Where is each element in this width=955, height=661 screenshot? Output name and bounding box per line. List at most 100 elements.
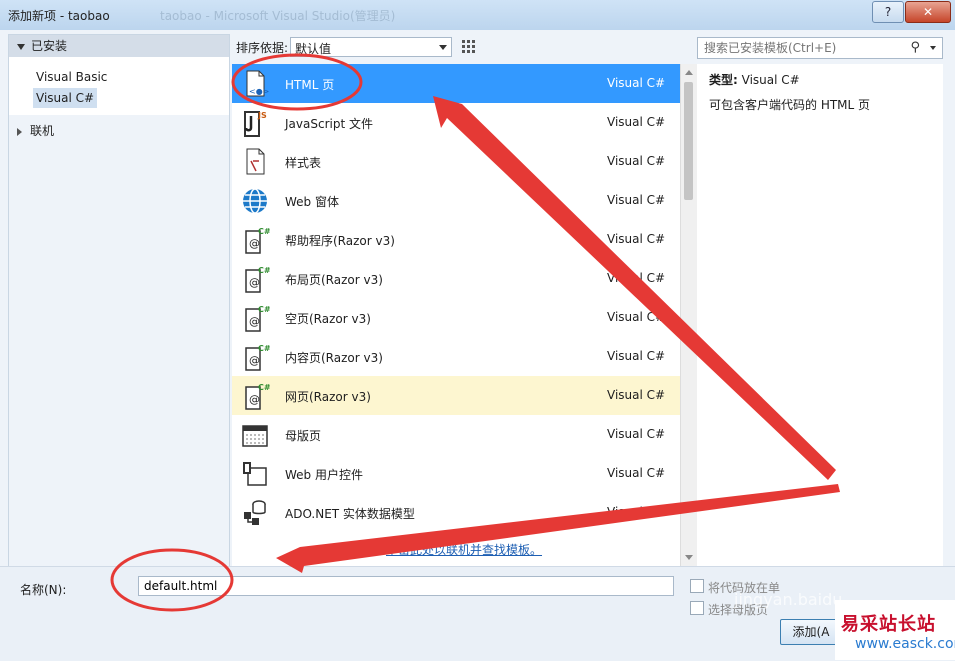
jingyan-watermark: jingyan.baidu: [734, 590, 843, 609]
entity-data-model-icon: [244, 500, 266, 525]
online-label: 联机: [30, 124, 55, 138]
svg-text:C#: C#: [258, 227, 270, 236]
template-language: Visual C#: [607, 466, 666, 480]
user-control-icon: [243, 462, 267, 486]
online-node[interactable]: 联机: [17, 121, 54, 141]
search-input[interactable]: [702, 40, 906, 56]
template-row-razor-content[interactable]: @ C# 内容页(Razor v3) Visual C#: [232, 337, 680, 376]
search-box[interactable]: ⚲: [697, 37, 943, 59]
watermark-cn: 易采站长站: [841, 614, 936, 635]
collapsed-triangle-icon: [17, 127, 22, 136]
chevron-down-icon: [439, 45, 447, 50]
background-window-title: taobao - Microsoft Visual Studio(管理员): [160, 9, 396, 23]
html-page-icon: <●>: [246, 70, 269, 97]
template-row-javascript[interactable]: JS JavaScript 文件 Visual C#: [232, 103, 680, 142]
svg-text:C#: C#: [258, 305, 270, 314]
search-icon[interactable]: ⚲: [910, 40, 920, 55]
tree-item-visual-basic[interactable]: Visual Basic: [33, 67, 110, 87]
template-list-scrollbar[interactable]: [680, 64, 697, 568]
site-watermark: 易采站长站 www.easck.com: [835, 600, 955, 660]
razor-file-icon: @C#: [245, 344, 270, 371]
template-name: 网页(Razor v3): [285, 390, 371, 404]
template-language: Visual C#: [607, 154, 666, 168]
sort-dropdown[interactable]: 默认值: [290, 37, 452, 57]
template-row-stylesheet[interactable]: 样式表 Visual C#: [232, 142, 680, 181]
svg-text:C#: C#: [258, 383, 270, 392]
svg-text:@: @: [249, 315, 260, 328]
master-page-checkbox[interactable]: [690, 601, 704, 615]
template-language: Visual C#: [607, 427, 666, 441]
tree-item-visual-csharp[interactable]: Visual C#: [33, 88, 98, 108]
scroll-up-arrow-icon[interactable]: [685, 70, 693, 75]
template-row-razor-web-page[interactable]: @ C# 网页(Razor v3) Visual C#: [232, 376, 680, 415]
small-icons-view-button[interactable]: [458, 36, 478, 56]
razor-file-icon: @C#: [245, 383, 270, 410]
name-field[interactable]: [138, 576, 674, 596]
svg-text:@: @: [249, 276, 260, 289]
template-info-panel: 类型: Visual C# 可包含客户端代码的 HTML 页: [697, 64, 943, 568]
title-bar: 添加新项 - taobao taobao - Microsoft Visual …: [0, 0, 955, 31]
template-row-html-page[interactable]: <●> HTML 页 Visual C#: [232, 64, 680, 103]
template-row-web-form[interactable]: Web 窗体 Visual C#: [232, 181, 680, 220]
template-name: Web 窗体: [285, 195, 339, 209]
name-area: 名称(N): 将代码放在单 选择母版页 添加(A: [0, 566, 955, 661]
template-name: ADO.NET 实体数据模型: [285, 507, 415, 521]
tree-lower-area: [9, 115, 229, 567]
template-description: 可包含客户端代码的 HTML 页: [709, 98, 871, 112]
scrollbar-thumb[interactable]: [684, 82, 693, 200]
template-name: 帮助程序(Razor v3): [285, 234, 395, 248]
separate-file-checkbox[interactable]: [690, 579, 704, 593]
javascript-file-icon: JS: [244, 111, 267, 137]
installed-label: 已安装: [31, 39, 68, 53]
grid-view-icon: [462, 40, 475, 53]
stylesheet-icon: [246, 148, 265, 175]
template-language: Visual C#: [607, 505, 666, 519]
razor-file-icon: @C#: [245, 305, 270, 332]
find-templates-online-link[interactable]: 单击此处以联机并查找模板。: [386, 541, 542, 558]
svg-text:@: @: [249, 354, 260, 367]
type-value: Visual C#: [741, 73, 800, 87]
name-input[interactable]: [142, 578, 666, 594]
template-row-razor-layout[interactable]: @ C# 布局页(Razor v3) Visual C#: [232, 259, 680, 298]
type-label: 类型:: [709, 73, 738, 87]
template-row-user-control[interactable]: Web 用户控件 Visual C#: [232, 454, 680, 493]
template-list: <●> HTML 页 Visual C# JS JavaScript 文件 Vi…: [232, 64, 680, 568]
template-name: Web 用户控件: [285, 468, 363, 482]
svg-text:<●>: <●>: [249, 87, 269, 96]
template-language: Visual C#: [607, 271, 666, 285]
watermark-en: www.easck.com: [855, 636, 955, 652]
template-row-razor-empty[interactable]: @ C# 空页(Razor v3) Visual C#: [232, 298, 680, 337]
sort-label: 排序依据:: [236, 41, 289, 55]
razor-file-icon: @C#: [245, 266, 270, 293]
master-page-icon: [242, 425, 268, 447]
svg-text:C#: C#: [258, 344, 270, 353]
web-form-globe-icon: [243, 188, 267, 214]
name-label: 名称(N):: [20, 583, 67, 597]
template-language: Visual C#: [607, 232, 666, 246]
template-language: Visual C#: [607, 310, 666, 324]
svg-text:C#: C#: [258, 266, 270, 275]
scroll-down-arrow-icon[interactable]: [685, 555, 693, 560]
help-button[interactable]: ?: [872, 1, 904, 23]
template-row-master-page[interactable]: 母版页 Visual C#: [232, 415, 680, 454]
svg-text:JS: JS: [257, 111, 267, 120]
installed-node[interactable]: 已安装: [9, 35, 229, 57]
svg-text:@: @: [249, 237, 260, 250]
window-title: 添加新项 - taobao: [8, 9, 110, 23]
template-name: 内容页(Razor v3): [285, 351, 383, 365]
template-language: Visual C#: [607, 193, 666, 207]
template-row-entity-model[interactable]: ADO.NET 实体数据模型 Visual C#: [232, 493, 680, 532]
sort-value: 默认值: [295, 42, 332, 56]
template-name: JavaScript 文件: [285, 117, 373, 131]
expanded-triangle-icon: [17, 43, 25, 50]
add-button[interactable]: 添加(A: [780, 619, 842, 645]
close-button[interactable]: ✕: [905, 1, 951, 23]
template-name: 布局页(Razor v3): [285, 273, 383, 287]
template-language: Visual C#: [607, 388, 666, 402]
template-language: Visual C#: [607, 115, 666, 129]
template-row-razor-helper[interactable]: @ C# 帮助程序(Razor v3) Visual C#: [232, 220, 680, 259]
search-options-chevron-icon[interactable]: [930, 46, 936, 50]
template-name: 母版页: [285, 429, 322, 443]
category-tree: 已安装 Visual Basic Visual C# 联机: [8, 34, 230, 568]
razor-file-icon: @C#: [245, 227, 270, 254]
